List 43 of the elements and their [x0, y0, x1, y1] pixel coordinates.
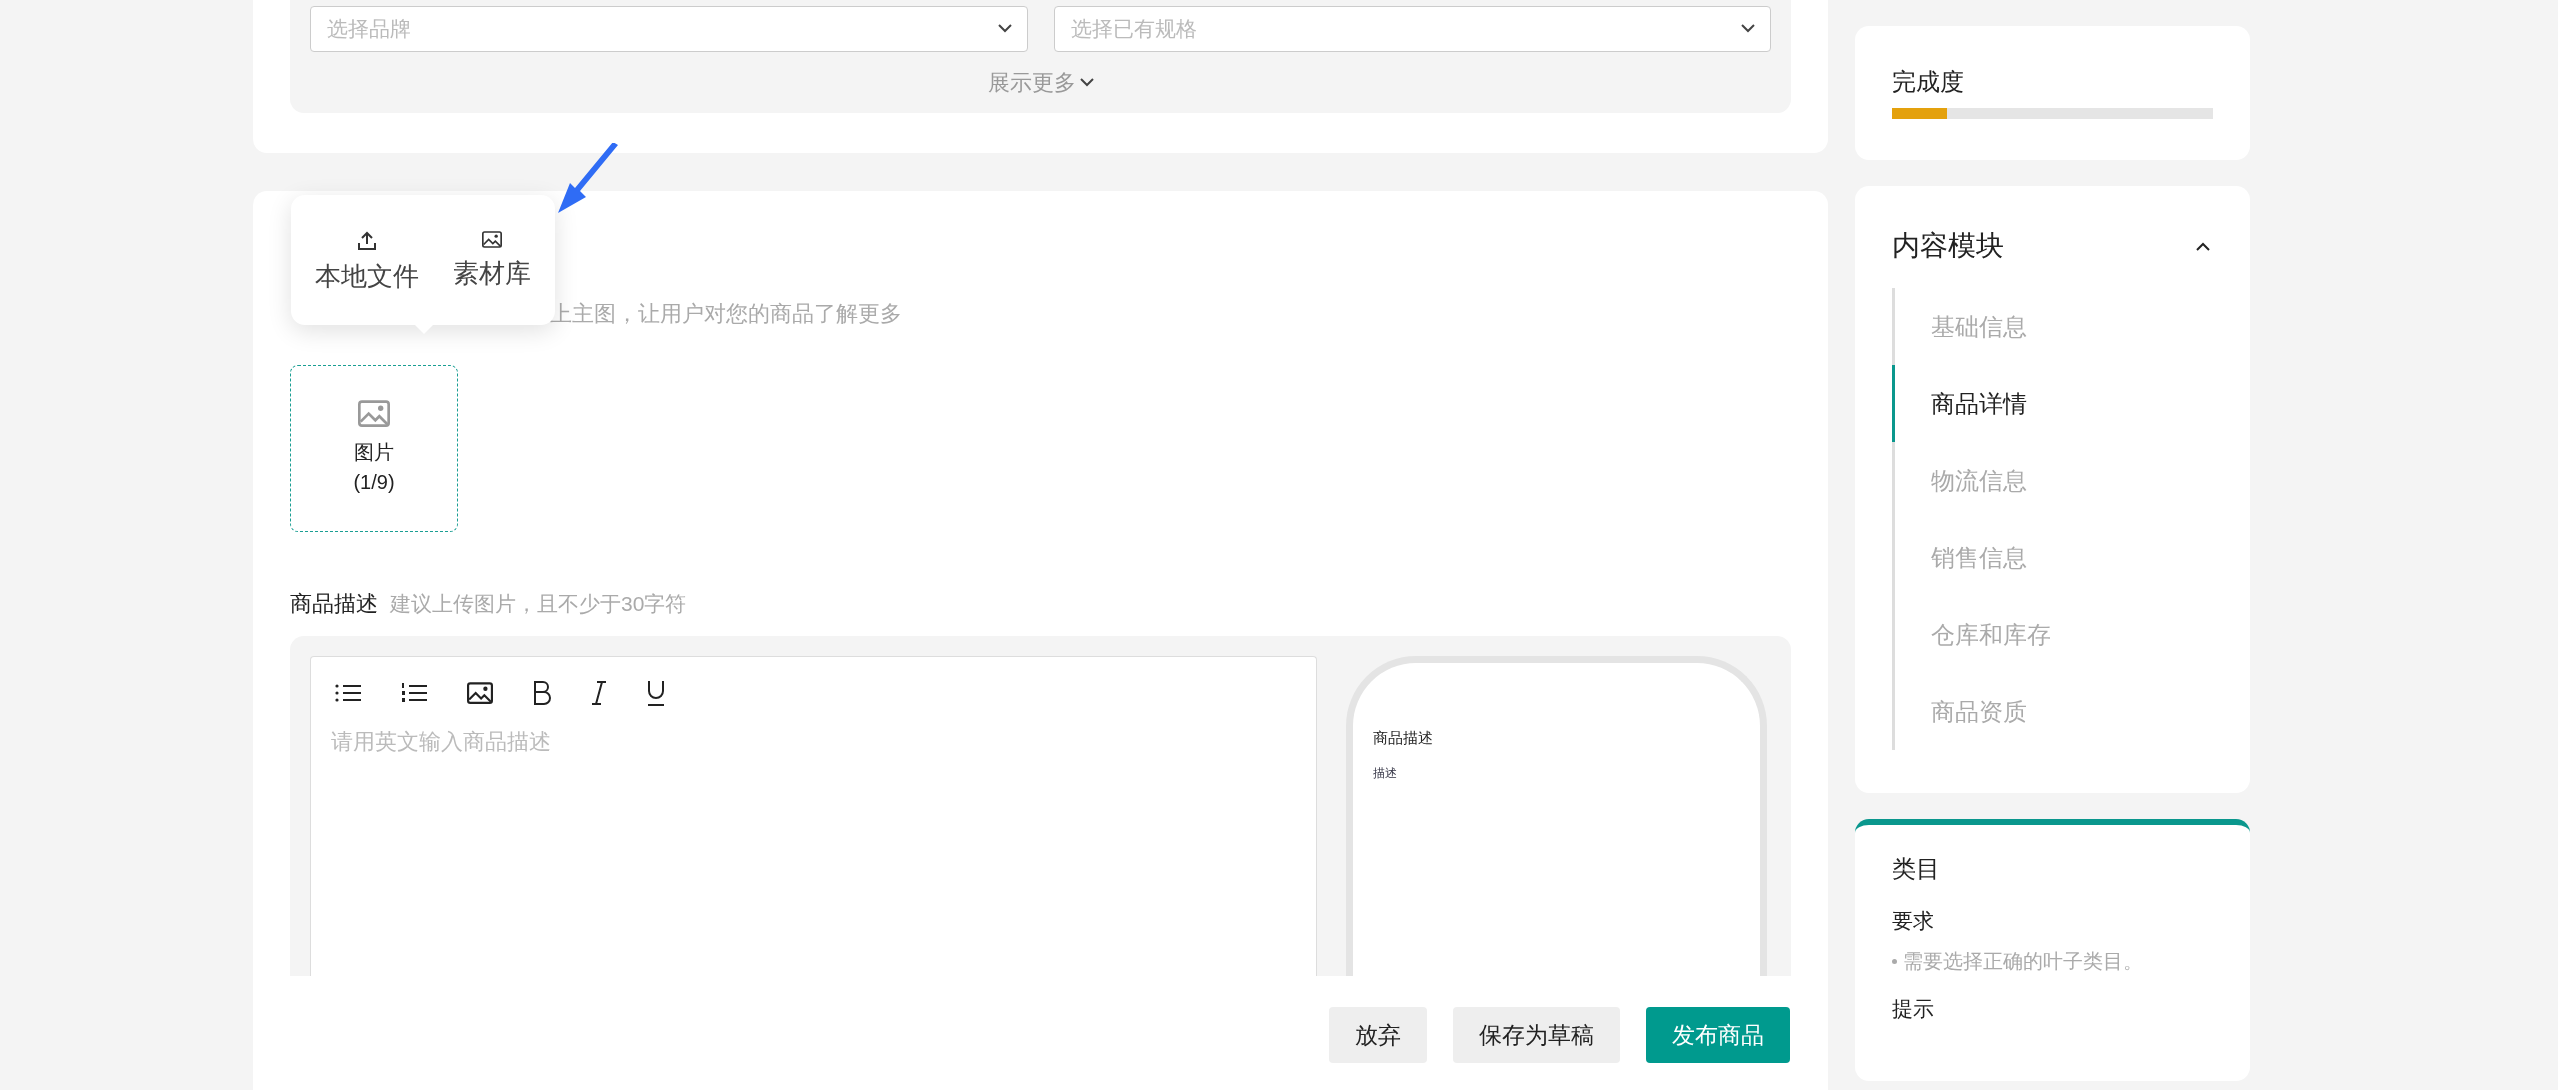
module-nav-item[interactable]: 物流信息: [1892, 442, 2213, 519]
select-field[interactable]: 选择已有规格: [1053, 6, 1771, 52]
image-upload-box[interactable]: 图片 (1/9): [290, 365, 458, 532]
hint-text: 建议上传图片，且不少于30字符: [390, 591, 687, 617]
preview-text: 描述: [1373, 764, 1398, 782]
section-label: 要求: [1892, 908, 1935, 934]
module-nav-item[interactable]: 仓库和库存: [1892, 596, 2213, 673]
requirement-text: 需要选择正确的叶子类目。: [1903, 949, 2143, 974]
image-icon: [482, 231, 502, 248]
module-nav-item[interactable]: 商品详情: [1892, 365, 2213, 442]
module-nav-item[interactable]: 基础信息: [1892, 288, 2213, 365]
select-field[interactable]: 选择品牌: [310, 6, 1028, 52]
chevron-up-icon: [2196, 241, 2210, 251]
bullet-icon: [1892, 958, 1897, 964]
pointer-arrow: [558, 143, 620, 215]
underline-icon[interactable]: [647, 680, 665, 706]
upload-icon: [357, 231, 377, 251]
chevron-down-icon: [997, 24, 1012, 33]
image-icon[interactable]: [467, 681, 493, 705]
card-title: 完成度: [1892, 67, 1965, 97]
popover-option[interactable]: 素材库: [445, 231, 539, 325]
italic-icon[interactable]: [591, 681, 607, 705]
bullet-list-icon[interactable]: [335, 684, 361, 702]
module-nav-item[interactable]: 销售信息: [1892, 519, 2213, 596]
card-title: 类目: [1892, 854, 1941, 884]
module-nav-item[interactable]: 商品资质: [1892, 673, 2213, 750]
chevron-down-icon: [1079, 78, 1094, 87]
action-button[interactable]: 放弃: [1329, 1007, 1427, 1063]
section-label: 提示: [1892, 996, 1935, 1022]
field-label: 商品描述: [290, 590, 378, 618]
image-icon: [358, 399, 390, 428]
chevron-down-icon: [1741, 24, 1755, 33]
card-title: 内容模块: [1892, 229, 2004, 263]
bold-icon[interactable]: [533, 681, 551, 705]
publish-button[interactable]: 发布商品: [1646, 1007, 1790, 1063]
preview-title: 商品描述: [1373, 728, 1434, 748]
numbered-list-icon[interactable]: [401, 683, 427, 703]
popover-option[interactable]: 本地文件: [307, 231, 427, 325]
editor-placeholder: 请用英文输入商品描述: [331, 728, 552, 756]
hint-text: 上主图，让用户对您的商品了解更多: [550, 299, 902, 328]
text-editor[interactable]: 请用英文输入商品描述: [310, 656, 1317, 976]
show-more-button[interactable]: 展示更多: [987, 66, 1094, 99]
action-button[interactable]: 保存为草稿: [1453, 1007, 1620, 1063]
